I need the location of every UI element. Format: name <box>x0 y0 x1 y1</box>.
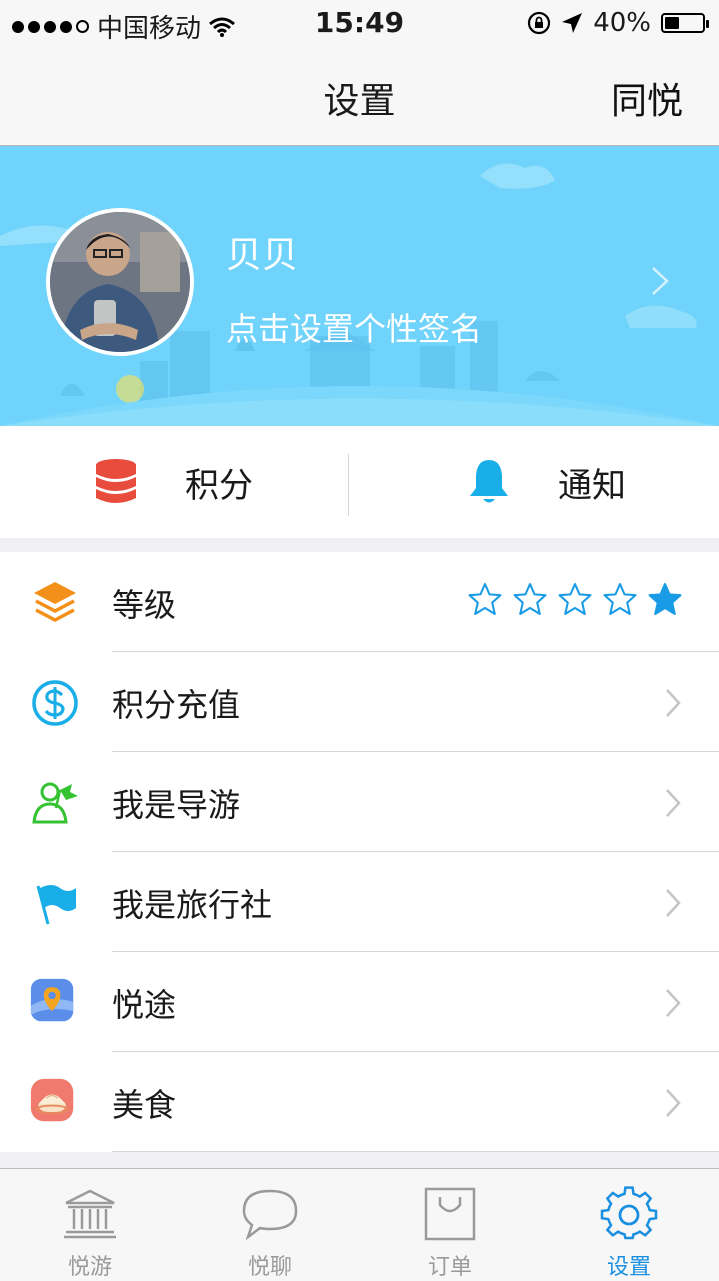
tab-label: 悦游 <box>67 1255 112 1280</box>
chevron-right-icon <box>666 989 681 1017</box>
gear-icon <box>600 1186 658 1240</box>
map-pin-app-icon <box>30 978 74 1022</box>
tab-bar: 悦游 悦聊 订单 设置 <box>0 1168 719 1281</box>
tab-settings[interactable]: 设置 <box>539 1169 719 1281</box>
shopping-bag-icon <box>424 1187 476 1241</box>
dollar-circle-icon <box>32 680 78 726</box>
notify-label: 通知 <box>558 465 626 506</box>
status-right: 40% <box>527 8 709 38</box>
star-outline-icon <box>468 583 502 615</box>
menu-item-label: 积分充值 <box>112 686 241 724</box>
coins-stack-icon <box>96 459 136 503</box>
chevron-right-icon <box>652 267 669 295</box>
settings-list: 等级 积分充值 我是导游 我是旅行社 悦途 美食 <box>0 552 719 1152</box>
menu-item-label: 悦途 <box>112 986 177 1024</box>
chevron-right-icon <box>666 889 681 917</box>
points-button[interactable]: 积分 <box>95 426 253 538</box>
notifications-button[interactable]: 通知 <box>468 426 626 538</box>
tab-yueliao[interactable]: 悦聊 <box>180 1169 360 1281</box>
star-outline-icon <box>603 583 637 615</box>
quick-actions: 积分 通知 <box>0 426 719 538</box>
list-item-recharge[interactable]: 积分充值 <box>0 652 719 752</box>
level-label: 等级 <box>112 586 177 624</box>
star-outline-icon <box>513 583 547 615</box>
menu-item-label: 我是旅行社 <box>112 886 273 924</box>
museum-icon <box>64 1189 116 1239</box>
nav-bar: 设置 同悦 <box>0 48 719 146</box>
battery-icon <box>661 13 709 33</box>
star-outline-icon <box>558 583 592 615</box>
location-arrow-icon <box>562 13 583 33</box>
avatar-photo <box>50 212 190 352</box>
profile-signature[interactable]: 点击设置个性签名 <box>226 304 482 350</box>
row-divider <box>112 1151 719 1152</box>
tab-orders[interactable]: 订单 <box>360 1169 540 1281</box>
bell-icon <box>470 460 508 503</box>
chevron-right-icon <box>666 789 681 817</box>
food-app-icon <box>30 1078 74 1122</box>
list-item-agency[interactable]: 我是旅行社 <box>0 852 719 952</box>
quick-divider <box>348 454 349 516</box>
guide-icon <box>32 782 78 824</box>
level-stars <box>467 582 683 616</box>
star-filled-icon <box>648 583 682 615</box>
points-label: 积分 <box>185 465 253 506</box>
status-bar: 中国移动 15:49 40% <box>0 0 719 48</box>
menu-item-label: 美食 <box>112 1086 177 1124</box>
list-item-food[interactable]: 美食 <box>0 1052 719 1152</box>
battery-percent: 40% <box>593 8 651 38</box>
tab-yueyou[interactable]: 悦游 <box>0 1169 180 1281</box>
tab-label: 悦聊 <box>247 1255 292 1280</box>
rotation-lock-icon <box>528 11 551 35</box>
profile-name: 贝贝 <box>226 235 299 276</box>
list-item-level[interactable]: 等级 <box>0 552 719 652</box>
flag-icon <box>36 885 76 925</box>
avatar[interactable] <box>46 208 194 356</box>
chat-bubble-icon <box>242 1189 298 1241</box>
layers-icon <box>34 582 76 622</box>
profile-banner[interactable]: 贝贝 点击设置个性签名 <box>0 146 719 426</box>
tab-label: 设置 <box>606 1255 651 1280</box>
chevron-right-icon <box>666 689 681 717</box>
list-item-yuetu[interactable]: 悦途 <box>0 952 719 1052</box>
nav-right-button[interactable]: 同悦 <box>611 72 683 124</box>
list-item-guide[interactable]: 我是导游 <box>0 752 719 852</box>
tab-label: 订单 <box>427 1255 472 1280</box>
menu-item-label: 我是导游 <box>112 786 241 824</box>
chevron-right-icon <box>666 1089 681 1117</box>
